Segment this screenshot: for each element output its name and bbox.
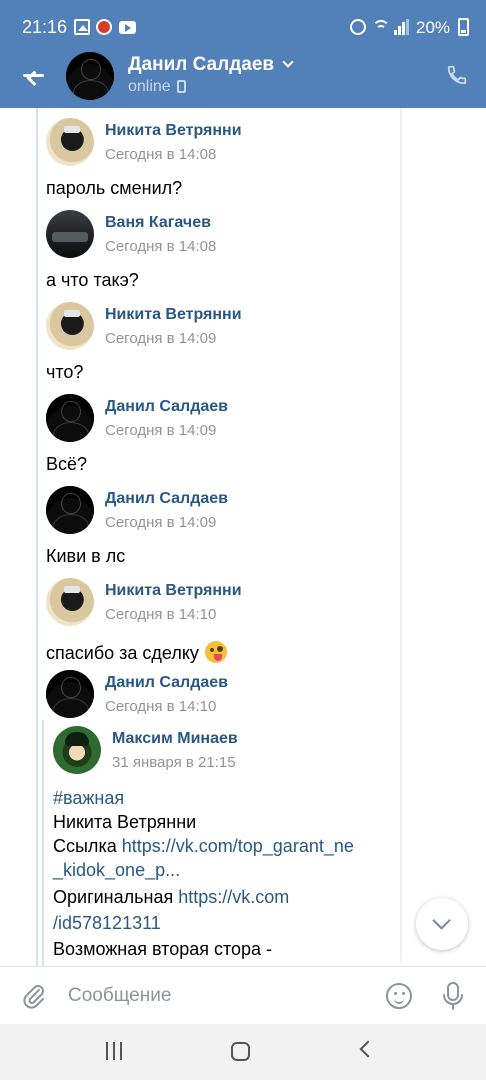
message-date: Сегодня в 14:08: [105, 146, 217, 163]
url-link[interactable]: _kidok_one_p...: [53, 860, 180, 881]
avatar[interactable]: [46, 394, 94, 442]
avatar[interactable]: [46, 210, 94, 258]
recent-apps-icon[interactable]: [106, 1042, 124, 1060]
alarm-icon: [350, 19, 366, 35]
phone-icon[interactable]: [446, 64, 468, 86]
chat-status: online: [128, 78, 186, 96]
paperclip-icon[interactable]: [22, 983, 46, 1009]
avatar[interactable]: [53, 726, 101, 774]
status-time: 21:16: [22, 17, 68, 37]
chevron-down-icon: [432, 911, 451, 930]
message-date: Сегодня в 14:10: [105, 606, 217, 623]
wifi-icon: [372, 20, 390, 34]
avatar[interactable]: [46, 118, 94, 166]
nested-quote-line: [42, 720, 44, 966]
message-date: Сегодня в 14:09: [105, 514, 217, 531]
url-link[interactable]: https://vk.com: [178, 887, 289, 907]
gallery-notification-icon: [74, 19, 90, 35]
messages-area[interactable]: Никита Ветрянни Сегодня в 14:08 пароль с…: [0, 108, 486, 966]
message-text: спасибо за сделку: [46, 637, 227, 664]
url-link[interactable]: /id578121311: [53, 913, 161, 934]
message-text: что?: [46, 362, 84, 382]
message-text: Оригинальная https://vk.com: [53, 887, 290, 907]
message-date: Сегодня в 14:09: [105, 330, 217, 347]
hashtag-link[interactable]: #важная: [53, 788, 124, 809]
microphone-icon[interactable]: [442, 981, 464, 1011]
message-author[interactable]: Никита Ветрянни: [105, 582, 242, 600]
url-link[interactable]: https://vk.com/top_garant_ne: [122, 836, 354, 856]
message-text: а что такэ?: [46, 270, 139, 290]
message-date: Сегодня в 14:10: [105, 698, 217, 715]
message-author[interactable]: Никита Ветрянни: [105, 306, 242, 324]
tongue-wink-emoji-icon: [204, 641, 227, 663]
message-text: Всё?: [46, 454, 88, 474]
avatar[interactable]: [46, 578, 94, 626]
avatar[interactable]: [46, 302, 94, 350]
forward-quote-line: [36, 108, 38, 966]
app-header: 21:16 20% Данил Салдаев online: [0, 0, 486, 108]
message-text: пароль сменил?: [46, 178, 183, 198]
message-author[interactable]: Максим Минаев: [112, 730, 238, 748]
message-composer: Сообщение: [0, 966, 486, 1024]
avatar[interactable]: [46, 486, 94, 534]
message-author[interactable]: Ваня Кагачев: [105, 214, 211, 232]
message-text: Киви в лс: [46, 546, 126, 566]
app-notification-icon: [96, 19, 112, 35]
message-text: Никита Ветрянни: [53, 812, 197, 832]
scroll-down-button[interactable]: [416, 898, 468, 950]
message-text: Возможная вторая стора -: [53, 939, 273, 959]
home-icon[interactable]: [231, 1042, 250, 1061]
chat-title[interactable]: Данил Салдаев: [128, 54, 294, 76]
signal-icon: [394, 19, 409, 35]
system-nav-bar: [0, 1024, 486, 1080]
avatar[interactable]: [46, 670, 94, 718]
back-icon[interactable]: [359, 1040, 377, 1058]
message-input[interactable]: Сообщение: [68, 985, 171, 1007]
youtube-notification-icon: [119, 21, 136, 34]
message-author[interactable]: Данил Салдаев: [105, 674, 228, 692]
battery-percent: 20%: [416, 18, 451, 37]
battery-icon: [458, 18, 469, 36]
message-author[interactable]: Данил Салдаев: [105, 490, 228, 508]
message-text: Ссылка https://vk.com/top_garant_ne: [53, 836, 354, 856]
status-bar: 21:16 20%: [0, 0, 486, 54]
fade-overlay: [46, 958, 406, 966]
chevron-down-icon: [282, 56, 294, 68]
message-date: 31 января в 21:15: [112, 754, 236, 771]
message-author[interactable]: Никита Ветрянни: [105, 122, 242, 140]
message-date: Сегодня в 14:09: [105, 422, 217, 439]
message-author[interactable]: Данил Салдаев: [105, 398, 228, 416]
mobile-icon: [176, 80, 186, 93]
smile-icon[interactable]: [386, 983, 412, 1009]
message-date: Сегодня в 14:08: [105, 238, 217, 255]
chat-avatar[interactable]: [66, 52, 114, 100]
message-bubble-edge: [400, 108, 402, 966]
arrow-left-icon[interactable]: [20, 62, 48, 90]
